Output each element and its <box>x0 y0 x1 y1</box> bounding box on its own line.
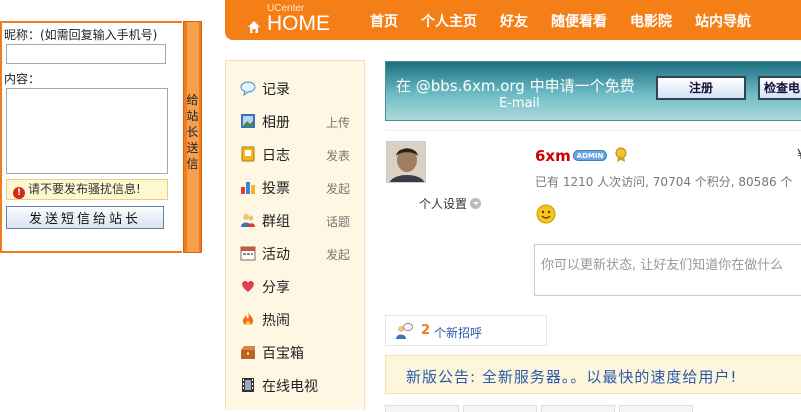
avatar[interactable] <box>386 141 426 183</box>
announcement[interactable]: 新版公告: 全新服务器。。以最快的速度给用户! <box>385 355 801 394</box>
sidebar-item-action[interactable]: 发表 <box>326 147 350 164</box>
nickname-input[interactable] <box>6 44 166 64</box>
message-box: 昵称：(如需回复输入手机号) 内容： ! 请不要发布骚扰信息! 发送短信给站长 <box>0 21 182 253</box>
register-button[interactable]: 注册 <box>656 76 746 100</box>
sidebar-item-label: 投票 <box>262 181 290 197</box>
nickname-label: 昵称：(如需回复输入手机号) <box>4 28 158 42</box>
treasure-box-icon <box>241 346 255 359</box>
nav-home[interactable]: 首页 <box>370 11 398 31</box>
admin-badge: ADMIN <box>573 150 607 161</box>
personal-settings-menu[interactable]: 个人设置 <box>419 195 482 212</box>
bottom-tab[interactable] <box>619 405 693 412</box>
banner-text-email: E-mail <box>499 96 540 111</box>
nav-browse[interactable]: 随便看看 <box>551 11 607 31</box>
journal-icon <box>241 146 255 162</box>
speech-bubble-icon <box>240 81 256 96</box>
sidebar-item-album[interactable]: 相册 上传 <box>240 111 360 131</box>
film-icon <box>242 378 254 392</box>
bottom-tab[interactable] <box>463 405 537 412</box>
divider <box>385 130 801 131</box>
smiley-icon[interactable] <box>536 204 556 224</box>
status-input[interactable]: 你可以更新状态, 让好友们知道你在做什么 <box>534 244 801 296</box>
sidebar-item-event[interactable]: 活动 发起 <box>240 243 360 263</box>
check-email-button[interactable]: 检查电 <box>758 76 801 100</box>
alert-icon: ! <box>13 187 25 199</box>
sidebar-item-label: 日志 <box>262 148 290 164</box>
sidebar-item-label: 记录 <box>262 82 290 98</box>
nav-friends[interactable]: 好友 <box>500 11 528 31</box>
sidebar-item-blog[interactable]: 日志 发表 <box>240 144 360 164</box>
photo-album-icon <box>241 114 255 128</box>
right-cut-text: ¥ <box>797 148 801 163</box>
greeting-count: 2 <box>421 323 431 338</box>
username[interactable]: 6xm <box>535 147 571 165</box>
medal-icon <box>615 147 627 162</box>
content-textarea[interactable] <box>6 88 168 174</box>
sidebar-item-label: 群组 <box>262 214 290 230</box>
greeting-icon <box>396 323 413 339</box>
sidebar-item-label: 分享 <box>262 280 290 296</box>
side-tab-label: 给站长送信 <box>186 93 199 171</box>
logo-big-text: HOME <box>267 12 330 35</box>
sidebar-item-hot[interactable]: 热闹 <box>240 309 360 329</box>
announcement-text: 新版公告: 全新服务器。。以最快的速度给用户! <box>406 368 738 386</box>
new-greetings[interactable]: 2 个新招呼 <box>385 315 547 346</box>
email-ad-banner[interactable]: 在 @bbs.6xm.org 中申请一个免费 E-mail 注册 检查电 <box>385 61 801 121</box>
sidebar-item-label: 百宝箱 <box>262 346 304 362</box>
avatar-photo <box>387 142 425 182</box>
sidebar-item-label: 活动 <box>262 247 290 263</box>
banner-text: 在 @bbs.6xm.org 中申请一个免费 <box>396 77 635 95</box>
settings-label: 个人设置 <box>419 197 468 211</box>
nav-profile[interactable]: 个人主页 <box>421 11 477 31</box>
status-placeholder: 你可以更新状态, 让好友们知道你在做什么 <box>541 258 784 273</box>
sidebar-item-action[interactable]: 上传 <box>326 114 350 131</box>
main-nav: 首页 个人主页 好友 随便看看 电影院 站内导航 <box>370 11 774 31</box>
bar-chart-icon <box>241 182 255 194</box>
sidebar-item-group[interactable]: 群组 话题 <box>240 210 360 230</box>
bottom-tab[interactable] <box>385 405 459 412</box>
warning-text: 请不要发布骚扰信息! <box>28 182 141 196</box>
chevron-down-icon <box>470 198 482 209</box>
home-icon <box>248 21 260 33</box>
fire-icon <box>242 312 254 325</box>
sidebar-item-label: 热闹 <box>262 313 290 329</box>
sidebar-item-label: 相册 <box>262 115 290 131</box>
sidebar: 记录 相册 上传 日志 发表 投票 发起 群组 话题 活动 发起 分享 热闹 百… <box>225 60 365 410</box>
sidebar-item-action[interactable]: 发起 <box>326 180 350 197</box>
sidebar-item-records[interactable]: 记录 <box>240 78 360 98</box>
content-label: 内容： <box>4 72 41 86</box>
sidebar-item-share[interactable]: 分享 <box>240 276 360 296</box>
group-icon <box>241 214 255 227</box>
calendar-icon <box>240 246 256 261</box>
warning-notice: ! 请不要发布骚扰信息! <box>6 179 168 200</box>
sidebar-item-action[interactable]: 发起 <box>326 246 350 263</box>
nav-site-navigation[interactable]: 站内导航 <box>695 11 751 31</box>
top-header: UCenter HOME 首页 个人主页 好友 随便看看 电影院 站内导航 <box>225 0 801 40</box>
heart-share-icon <box>242 280 254 292</box>
sidebar-item-poll[interactable]: 投票 发起 <box>240 177 360 197</box>
sidebar-item-online-tv[interactable]: 在线电视 <box>240 375 360 395</box>
sidebar-item-label: 在线电视 <box>262 379 318 395</box>
profile-stats: 已有 1210 人次访问, 70704 个积分, 80586 个 <box>535 175 793 189</box>
nav-cinema[interactable]: 电影院 <box>630 11 672 31</box>
bottom-tab[interactable] <box>541 405 615 412</box>
sidebar-item-action[interactable]: 话题 <box>326 213 350 230</box>
greeting-label: 个新招呼 <box>434 326 483 340</box>
message-box-side-tab[interactable]: 给站长送信 <box>183 21 202 253</box>
sidebar-item-treasure-box[interactable]: 百宝箱 <box>240 342 360 362</box>
send-message-button[interactable]: 发送短信给站长 <box>6 206 164 229</box>
